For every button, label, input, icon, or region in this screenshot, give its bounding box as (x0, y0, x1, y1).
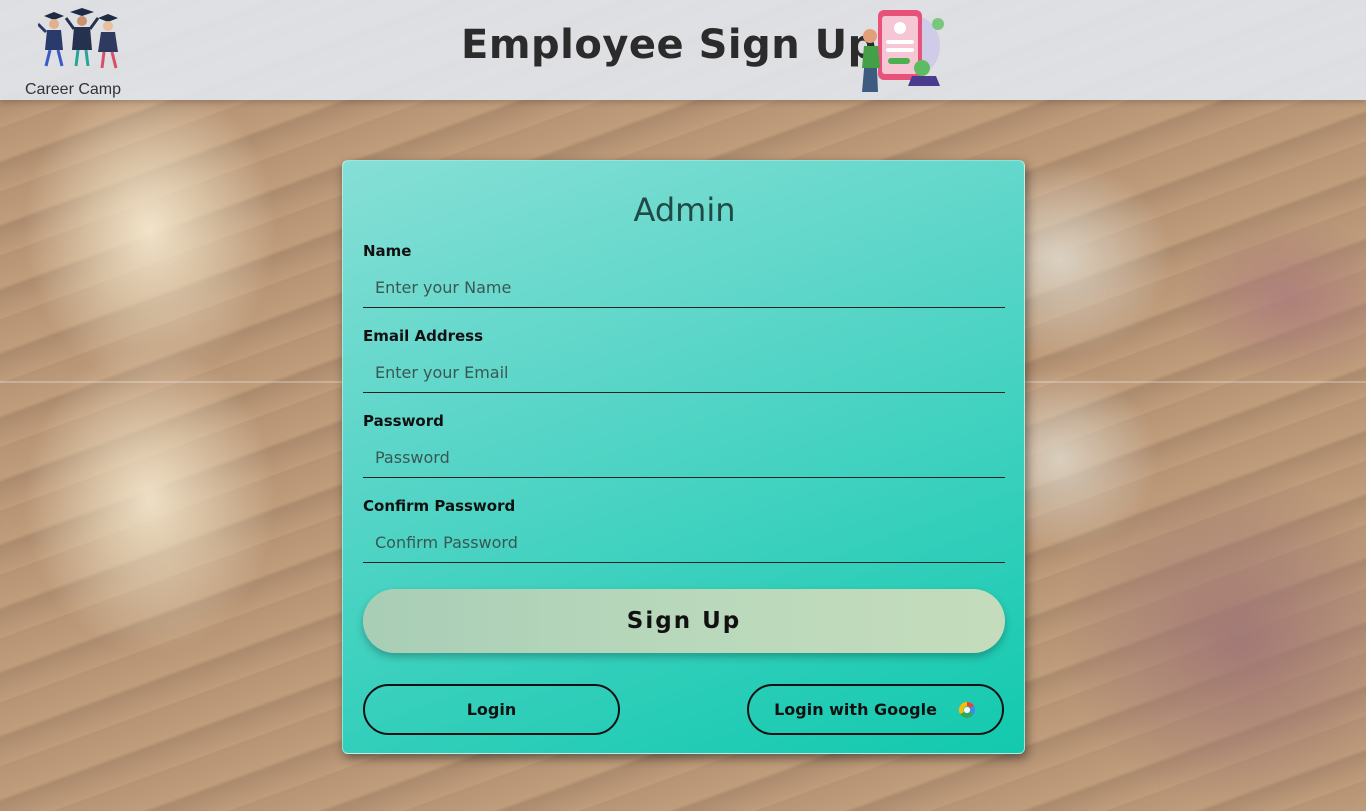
graduates-logo-icon (38, 8, 118, 69)
signup-card: Admin Name Email Address Password Confir… (342, 160, 1025, 754)
phone-signup-illustration-icon (862, 10, 944, 92)
login-with-google-label: Login with Google (774, 700, 937, 719)
top-header: Career Camp Employee Sign Up (0, 0, 1366, 100)
confirm-password-label: Confirm Password (363, 497, 516, 515)
page-title: Employee Sign Up (461, 22, 877, 68)
name-label: Name (363, 242, 412, 260)
brand-logo[interactable]: Career Camp (20, 4, 140, 98)
login-button[interactable]: Login (363, 684, 620, 735)
form-heading: Admin (633, 191, 736, 229)
login-with-google-button[interactable]: Login with Google (747, 684, 1004, 735)
brand-name: Career Camp (25, 81, 122, 98)
email-label: Email Address (363, 327, 484, 345)
password-input[interactable] (363, 438, 1005, 478)
email-input[interactable] (363, 353, 1005, 393)
google-icon (958, 701, 975, 718)
password-label: Password (363, 412, 444, 430)
name-input[interactable] (363, 268, 1005, 308)
confirm-password-input[interactable] (363, 523, 1005, 563)
sign-up-button[interactable]: Sign Up (363, 589, 1005, 653)
